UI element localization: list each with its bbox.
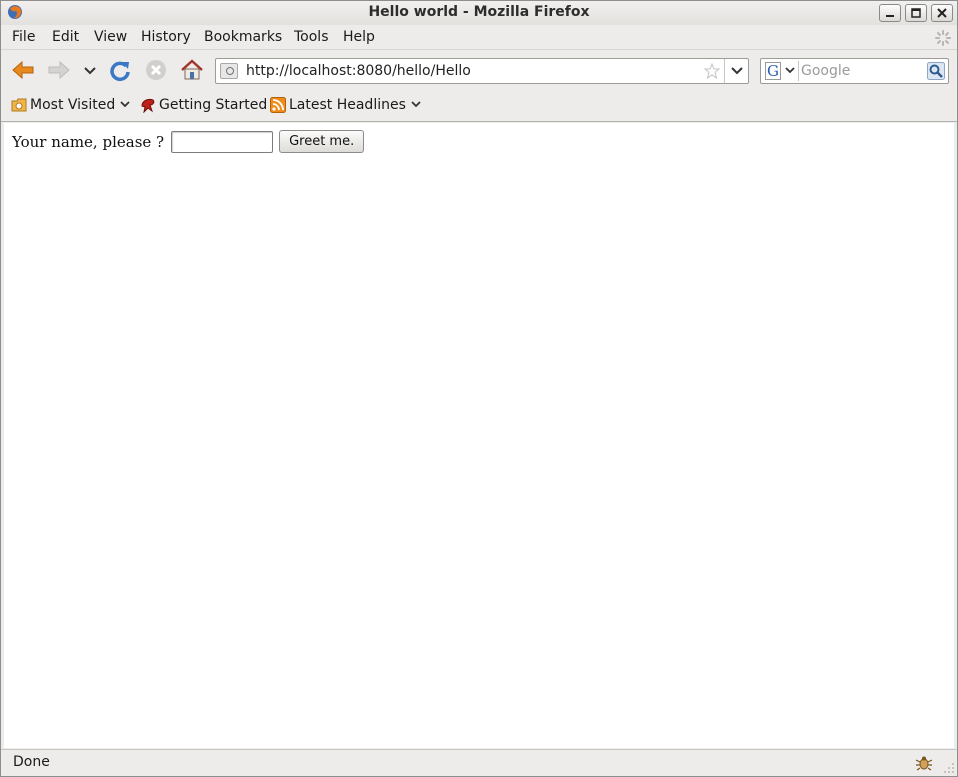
url-input[interactable] xyxy=(246,63,696,79)
url-dropdown-button[interactable] xyxy=(724,59,748,83)
back-icon[interactable] xyxy=(10,58,36,82)
name-input[interactable] xyxy=(171,130,274,153)
close-button[interactable] xyxy=(931,4,953,22)
forward-icon[interactable] xyxy=(46,58,72,82)
resize-grip-icon[interactable] xyxy=(943,762,955,774)
bug-icon[interactable] xyxy=(915,754,933,772)
chevron-down-icon xyxy=(120,101,130,108)
page-content: Your name, please ? Greet me. xyxy=(4,123,954,748)
bookmark-label: Most Visited xyxy=(30,97,116,113)
bookmark-getting-started[interactable]: Getting Started xyxy=(140,97,267,113)
site-identity-icon[interactable] xyxy=(220,63,238,79)
greet-button[interactable]: Greet me. xyxy=(279,130,365,153)
maximize-button[interactable] xyxy=(905,4,927,22)
chevron-down-icon xyxy=(411,101,421,108)
close-icon xyxy=(937,8,947,18)
menu-bar: File Edit View History Bookmarks Tools H… xyxy=(1,25,957,49)
minimize-icon xyxy=(886,15,894,17)
chevron-down-icon xyxy=(785,67,795,74)
stop-icon[interactable] xyxy=(143,58,169,82)
rss-icon xyxy=(270,97,286,113)
bookmark-star-icon[interactable] xyxy=(704,63,720,79)
title-bar: Hello world - Mozilla Firefox xyxy=(1,1,957,25)
menu-view[interactable]: View xyxy=(94,29,127,45)
bookmark-most-visited[interactable]: Most Visited xyxy=(11,97,133,113)
greeting-form: Your name, please ? Greet me. xyxy=(12,130,365,153)
search-bar[interactable]: G xyxy=(760,58,949,84)
search-engine-button[interactable]: G xyxy=(763,61,799,81)
firefox-bookmark-icon xyxy=(141,98,155,113)
maximize-icon xyxy=(911,8,921,18)
folder-icon xyxy=(11,98,27,112)
chevron-down-icon xyxy=(730,67,743,75)
menu-edit[interactable]: Edit xyxy=(52,29,79,45)
menu-file[interactable]: File xyxy=(12,29,35,45)
reload-icon[interactable] xyxy=(107,58,133,82)
minimize-button[interactable] xyxy=(879,4,901,22)
throbber-icon xyxy=(935,30,951,46)
menu-tools[interactable]: Tools xyxy=(294,29,329,45)
status-text: Done xyxy=(13,754,50,770)
search-input[interactable] xyxy=(801,62,925,80)
menu-bookmarks[interactable]: Bookmarks xyxy=(204,29,282,45)
window-title: Hello world - Mozilla Firefox xyxy=(368,4,590,20)
bookmarks-toolbar: Most Visited Getting Started Latest Head… xyxy=(1,89,957,122)
search-icon[interactable] xyxy=(927,62,945,80)
address-bar[interactable] xyxy=(215,58,749,84)
home-icon[interactable] xyxy=(179,58,205,82)
browser-window: Hello world - Mozilla Firefox File Edit … xyxy=(0,0,958,777)
bookmark-latest-headlines[interactable]: Latest Headlines xyxy=(270,97,424,113)
navigation-toolbar: G xyxy=(1,49,957,89)
status-bar: Done xyxy=(1,749,957,776)
name-prompt-label: Your name, please ? xyxy=(12,132,165,151)
history-dropdown-icon[interactable] xyxy=(81,58,99,82)
menu-help[interactable]: Help xyxy=(343,29,375,45)
bookmark-label: Latest Headlines xyxy=(289,97,406,113)
google-icon: G xyxy=(765,62,781,80)
bookmark-label: Getting Started xyxy=(159,97,268,113)
menu-history[interactable]: History xyxy=(141,29,191,45)
